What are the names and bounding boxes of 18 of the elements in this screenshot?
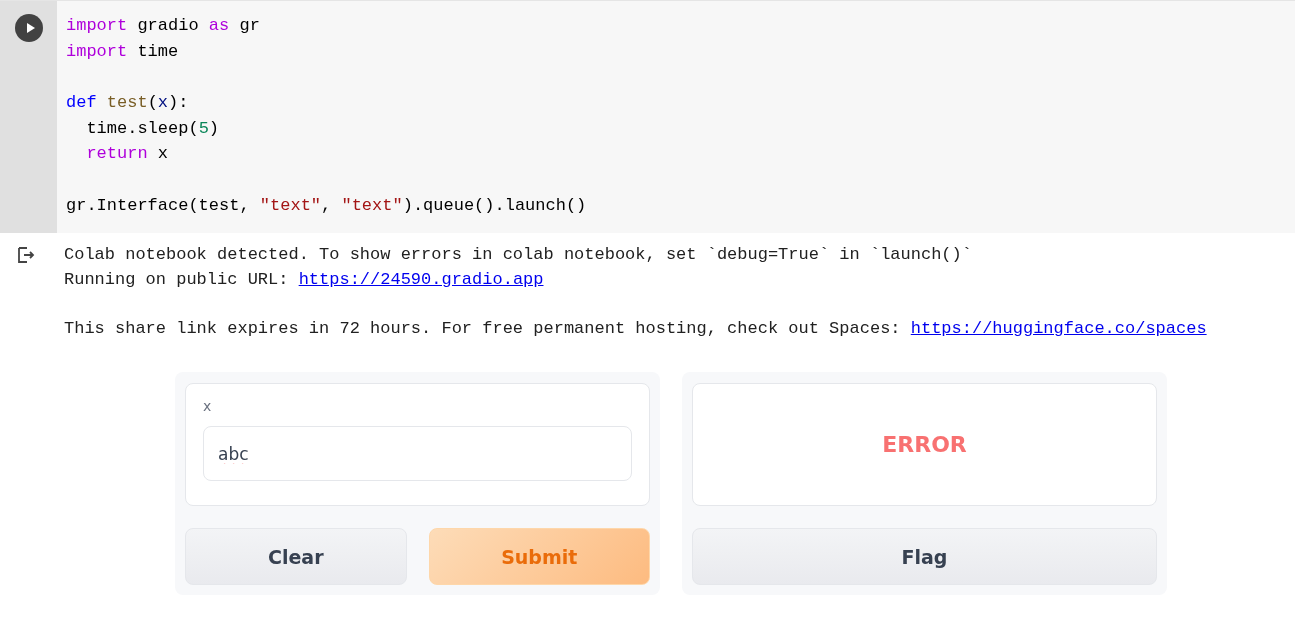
code-line: import gradio as gr: [66, 15, 261, 37]
url-link[interactable]: https://24590.gradio.app: [298, 269, 544, 289]
output-line: Running on public URL: https://24590.gradio.app: [64, 268, 545, 291]
code-line: gr.Interface(test, "text", "text").queue().launch(): [66, 194, 587, 217]
output-line: This share link expires in 72 hours. For free permanent hosting, check out Spaces: https://huggingface.co/spaces: [64, 317, 1207, 340]
flag-button[interactable]: Flag: [692, 528, 1157, 585]
code-line: return x: [85, 143, 170, 166]
input-field[interactable]: abc: [203, 426, 632, 481]
code-line: time.sleep(5): [85, 117, 221, 140]
textbox-label: x: [203, 398, 213, 414]
error-text: ERROR: [882, 432, 967, 457]
clear-button[interactable]: Clear: [185, 528, 407, 585]
run-button[interactable]: [14, 14, 43, 42]
code-line: import time: [66, 40, 180, 63]
url-link[interactable]: https://huggingface.co/spaces: [910, 318, 1207, 338]
output-line: Colab notebook detected. To show errors in colab notebook, set `debug=True` in `launch()`: [64, 244, 973, 266]
code-line: def test(x):: [66, 92, 190, 115]
output-icon: [16, 245, 36, 265]
